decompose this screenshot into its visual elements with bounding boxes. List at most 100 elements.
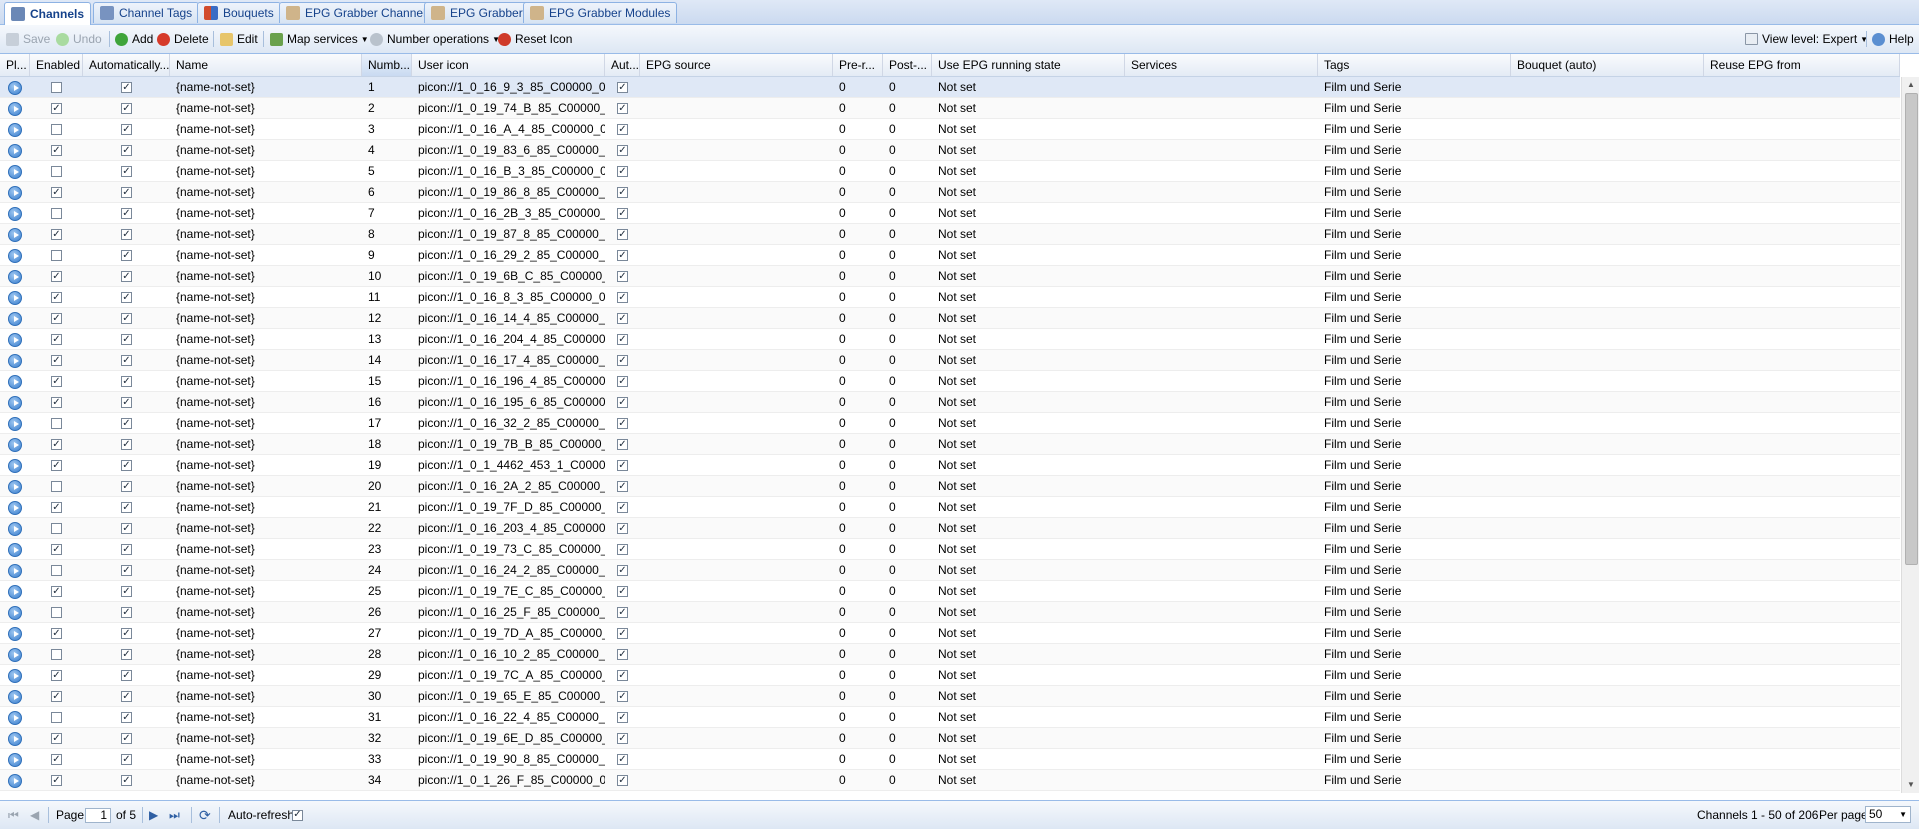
auto-epg-checkbox[interactable]: ✓ (617, 355, 628, 366)
auto-epg-checkbox[interactable]: ✓ (617, 691, 628, 702)
enabled-checkbox[interactable] (51, 565, 62, 576)
scroll-down-icon[interactable]: ▼ (1902, 777, 1919, 793)
scroll-up-icon[interactable]: ▲ (1902, 77, 1919, 93)
enabled-checkbox[interactable]: ✓ (51, 355, 62, 366)
auto-name-checkbox[interactable]: ✓ (121, 208, 132, 219)
enabled-checkbox[interactable]: ✓ (51, 145, 62, 156)
play-icon[interactable] (8, 605, 22, 620)
play-icon[interactable] (8, 311, 22, 326)
auto-name-checkbox[interactable]: ✓ (121, 439, 132, 450)
delete-button[interactable]: Delete (157, 30, 209, 48)
play-icon[interactable] (8, 248, 22, 263)
table-row[interactable]: ✓ ✓ {name-not-set} 16 picon://1_0_16_195_6_8… (0, 392, 1900, 413)
auto-name-checkbox[interactable]: ✓ (121, 124, 132, 135)
play-icon[interactable] (8, 668, 22, 683)
play-icon[interactable] (8, 521, 22, 536)
table-row[interactable]: ✓ ✓ {name-not-set} 21 picon://1_0_19_7F_D_85… (0, 497, 1900, 518)
enabled-checkbox[interactable] (51, 418, 62, 429)
enabled-checkbox[interactable]: ✓ (51, 271, 62, 282)
next-page-button[interactable]: ▶ (149, 807, 158, 823)
play-icon[interactable] (8, 416, 22, 431)
auto-epg-checkbox[interactable]: ✓ (617, 439, 628, 450)
column-header-epg-source[interactable]: EPG source (640, 54, 833, 76)
auto-epg-checkbox[interactable]: ✓ (617, 628, 628, 639)
column-header-play[interactable]: Pl... (0, 54, 30, 76)
enabled-checkbox[interactable]: ✓ (51, 775, 62, 786)
tab-bouquets[interactable]: Bouquets (197, 2, 281, 23)
table-row[interactable]: ✓ ✓ {name-not-set} 10 picon://1_0_19_6B_C_85… (0, 266, 1900, 287)
table-row[interactable]: ✓ {name-not-set} 31 picon://1_0_16_22_4_85_… (0, 707, 1900, 728)
auto-name-checkbox[interactable]: ✓ (121, 670, 132, 681)
column-header-epg-running-state[interactable]: Use EPG running state (932, 54, 1125, 76)
save-button[interactable]: Save (6, 30, 50, 48)
play-icon[interactable] (8, 101, 22, 116)
table-row[interactable]: ✓ {name-not-set} 24 picon://1_0_16_24_2_85_… (0, 560, 1900, 581)
auto-epg-checkbox[interactable]: ✓ (617, 754, 628, 765)
enabled-checkbox[interactable]: ✓ (51, 187, 62, 198)
map-services-button[interactable]: Map services ▼ (270, 30, 369, 48)
auto-name-checkbox[interactable]: ✓ (121, 82, 132, 93)
edit-button[interactable]: Edit (220, 30, 258, 48)
enabled-checkbox[interactable] (51, 166, 62, 177)
play-icon[interactable] (8, 80, 22, 95)
tab-epg-grabber[interactable]: EPG Grabber (424, 2, 530, 23)
play-icon[interactable] (8, 626, 22, 641)
enabled-checkbox[interactable]: ✓ (51, 376, 62, 387)
enabled-checkbox[interactable]: ✓ (51, 502, 62, 513)
column-header-name[interactable]: Name (170, 54, 362, 76)
auto-epg-checkbox[interactable]: ✓ (617, 376, 628, 387)
auto-epg-checkbox[interactable]: ✓ (617, 313, 628, 324)
column-header-number[interactable]: Numb... (362, 54, 412, 76)
auto-name-checkbox[interactable]: ✓ (121, 166, 132, 177)
table-row[interactable]: ✓ ✓ {name-not-set} 14 picon://1_0_16_17_4_85… (0, 350, 1900, 371)
vertical-scrollbar[interactable]: ▲ ▼ (1901, 77, 1919, 793)
table-row[interactable]: ✓ {name-not-set} 17 picon://1_0_16_32_2_85_… (0, 413, 1900, 434)
enabled-checkbox[interactable]: ✓ (51, 313, 62, 324)
scrollbar-thumb[interactable] (1905, 93, 1918, 565)
table-row[interactable]: ✓ ✓ {name-not-set} 19 picon://1_0_1_4462_453… (0, 455, 1900, 476)
enabled-checkbox[interactable] (51, 712, 62, 723)
undo-button[interactable]: Undo (56, 30, 102, 48)
auto-name-checkbox[interactable]: ✓ (121, 754, 132, 765)
table-row[interactable]: ✓ ✓ {name-not-set} 13 picon://1_0_16_204_4_8… (0, 329, 1900, 350)
enabled-checkbox[interactable] (51, 481, 62, 492)
auto-name-checkbox[interactable]: ✓ (121, 145, 132, 156)
table-row[interactable]: ✓ {name-not-set} 3 picon://1_0_16_A_4_85_C0… (0, 119, 1900, 140)
table-row[interactable]: ✓ ✓ {name-not-set} 33 picon://1_0_19_90_8_85… (0, 749, 1900, 770)
play-icon[interactable] (8, 710, 22, 725)
table-row[interactable]: ✓ ✓ {name-not-set} 8 picon://1_0_19_87_8_85_… (0, 224, 1900, 245)
auto-epg-checkbox[interactable]: ✓ (617, 670, 628, 681)
auto-name-checkbox[interactable]: ✓ (121, 271, 132, 282)
auto-name-checkbox[interactable]: ✓ (121, 313, 132, 324)
table-row[interactable]: ✓ ✓ {name-not-set} 30 picon://1_0_19_65_E_85… (0, 686, 1900, 707)
auto-name-checkbox[interactable]: ✓ (121, 523, 132, 534)
enabled-checkbox[interactable]: ✓ (51, 544, 62, 555)
enabled-checkbox[interactable]: ✓ (51, 628, 62, 639)
auto-epg-checkbox[interactable]: ✓ (617, 418, 628, 429)
play-icon[interactable] (8, 206, 22, 221)
enabled-checkbox[interactable] (51, 250, 62, 261)
auto-name-checkbox[interactable]: ✓ (121, 712, 132, 723)
auto-name-checkbox[interactable]: ✓ (121, 397, 132, 408)
auto-name-checkbox[interactable]: ✓ (121, 376, 132, 387)
auto-epg-checkbox[interactable]: ✓ (617, 565, 628, 576)
auto-name-checkbox[interactable]: ✓ (121, 691, 132, 702)
auto-epg-checkbox[interactable]: ✓ (617, 334, 628, 345)
play-icon[interactable] (8, 584, 22, 599)
view-level-dropdown[interactable]: View level: Expert ▼ (1745, 30, 1868, 48)
auto-name-checkbox[interactable]: ✓ (121, 292, 132, 303)
tab-channel-tags[interactable]: Channel Tags (93, 2, 200, 23)
tab-epg-grabber-channels[interactable]: EPG Grabber Channels (279, 2, 439, 23)
auto-epg-checkbox[interactable]: ✓ (617, 250, 628, 261)
column-header-tags[interactable]: Tags (1318, 54, 1511, 76)
auto-name-checkbox[interactable]: ✓ (121, 229, 132, 240)
enabled-checkbox[interactable]: ✓ (51, 439, 62, 450)
enabled-checkbox[interactable]: ✓ (51, 670, 62, 681)
tab-channels[interactable]: Channels (4, 2, 92, 25)
table-row[interactable]: ✓ {name-not-set} 20 picon://1_0_16_2A_2_85_… (0, 476, 1900, 497)
play-icon[interactable] (8, 731, 22, 746)
add-button[interactable]: Add (115, 30, 153, 48)
page-input[interactable]: 1 (85, 807, 111, 823)
auto-name-checkbox[interactable]: ✓ (121, 649, 132, 660)
auto-epg-checkbox[interactable]: ✓ (617, 124, 628, 135)
